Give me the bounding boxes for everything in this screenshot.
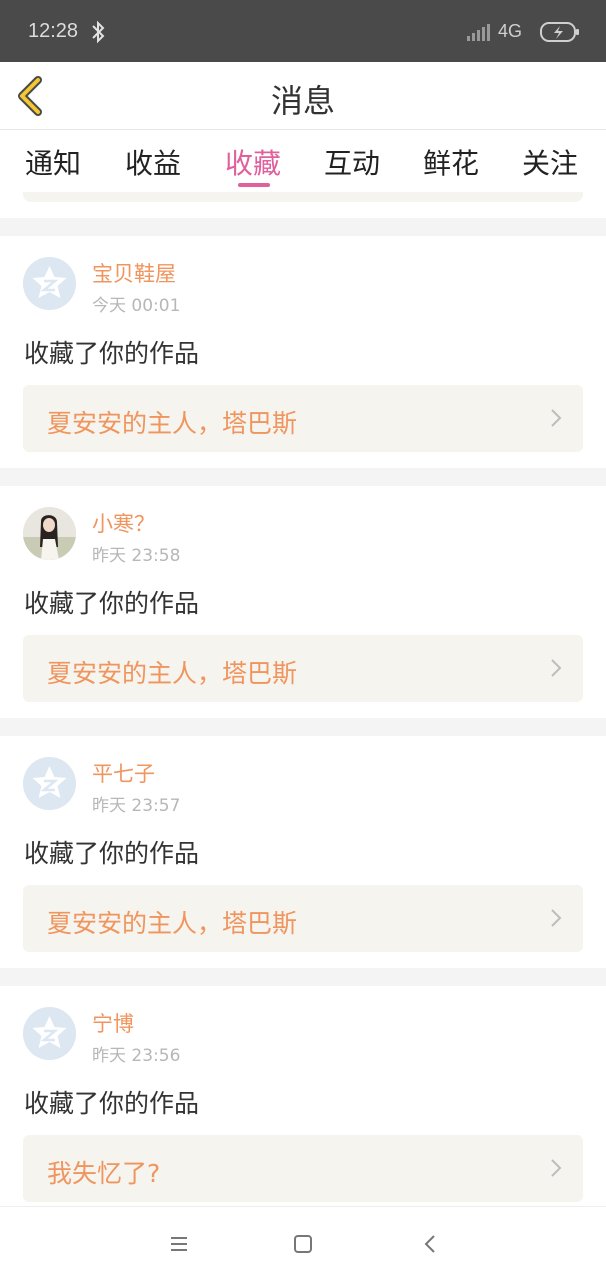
work-title: 夏安安的主人，塔巴斯 bbox=[47, 409, 298, 438]
work-link[interactable]: 夏安安的主人，塔巴斯 bbox=[23, 635, 583, 702]
tab-favorites[interactable]: 收藏 bbox=[225, 142, 281, 182]
username[interactable]: 宁博 bbox=[92, 1008, 134, 1038]
tab-bar: 通知 收益 收藏 互动 鲜花 关注 bbox=[0, 130, 606, 192]
chevron-right-icon bbox=[551, 909, 562, 927]
work-title: 夏安安的主人，塔巴斯 bbox=[47, 909, 298, 938]
tab-interactions[interactable]: 互动 bbox=[324, 142, 380, 182]
avatar[interactable] bbox=[23, 1007, 76, 1060]
notification-item: 宝贝鞋屋 今天 00:01 收藏了你的作品 夏安安的主人，塔巴斯 bbox=[0, 236, 606, 468]
avatar[interactable] bbox=[23, 257, 76, 310]
menu-icon[interactable] bbox=[164, 1229, 194, 1259]
battery-icon bbox=[540, 22, 579, 42]
photo-avatar-icon bbox=[23, 507, 76, 560]
network-type: 4G bbox=[498, 21, 523, 41]
signal-icon bbox=[467, 24, 490, 41]
default-avatar-icon bbox=[23, 757, 76, 810]
username[interactable]: 平七子 bbox=[92, 758, 155, 788]
system-nav-bar bbox=[0, 1206, 606, 1280]
tab-follows[interactable]: 关注 bbox=[522, 142, 578, 182]
tab-flowers[interactable]: 鲜花 bbox=[423, 142, 479, 182]
status-bar: 12:28 4G bbox=[0, 0, 606, 62]
timestamp: 昨天 23:58 bbox=[92, 546, 181, 566]
default-avatar-icon bbox=[23, 257, 76, 310]
previous-item-stub bbox=[0, 192, 606, 218]
timestamp: 今天 00:01 bbox=[92, 296, 181, 316]
work-link[interactable]: 夏安安的主人，塔巴斯 bbox=[23, 385, 583, 452]
tab-notifications[interactable]: 通知 bbox=[25, 142, 81, 182]
work-title: 夏安安的主人，塔巴斯 bbox=[47, 659, 298, 688]
default-avatar-icon bbox=[23, 1007, 76, 1060]
action-text: 收藏了你的作品 bbox=[24, 1089, 200, 1118]
work-link[interactable]: 我失忆了? bbox=[23, 1135, 583, 1202]
page-title: 消息 bbox=[270, 82, 335, 120]
timestamp: 昨天 23:57 bbox=[92, 796, 181, 816]
work-title: 我失忆了? bbox=[47, 1159, 161, 1188]
home-icon[interactable] bbox=[288, 1229, 318, 1259]
notification-item: 平七子 昨天 23:57 收藏了你的作品 夏安安的主人，塔巴斯 bbox=[0, 736, 606, 968]
status-time: 12:28 bbox=[28, 20, 79, 42]
action-text: 收藏了你的作品 bbox=[24, 339, 200, 368]
action-text: 收藏了你的作品 bbox=[24, 839, 200, 868]
tab-earnings[interactable]: 收益 bbox=[125, 142, 181, 182]
avatar[interactable] bbox=[23, 507, 76, 560]
timestamp: 昨天 23:56 bbox=[92, 1046, 181, 1066]
notification-item: 宁博 昨天 23:56 收藏了你的作品 我失忆了? bbox=[0, 986, 606, 1206]
active-tab-indicator bbox=[238, 183, 270, 187]
avatar[interactable] bbox=[23, 757, 76, 810]
previous-work-link[interactable] bbox=[23, 192, 583, 202]
notification-list[interactable]: 宝贝鞋屋 今天 00:01 收藏了你的作品 夏安安的主人，塔巴斯 小寒？ 昨天 … bbox=[0, 192, 606, 1206]
chevron-right-icon bbox=[551, 1159, 562, 1177]
chevron-right-icon bbox=[551, 409, 562, 427]
chevron-right-icon bbox=[551, 659, 562, 677]
action-text: 收藏了你的作品 bbox=[24, 589, 200, 618]
username[interactable]: 小寒？ bbox=[92, 508, 155, 538]
notification-item: 小寒？ 昨天 23:58 收藏了你的作品 夏安安的主人，塔巴斯 bbox=[0, 486, 606, 718]
work-link[interactable]: 夏安安的主人，塔巴斯 bbox=[23, 885, 583, 952]
username[interactable]: 宝贝鞋屋 bbox=[92, 258, 176, 288]
bluetooth-icon bbox=[92, 20, 105, 44]
header: 消息 bbox=[0, 62, 606, 130]
back-icon[interactable] bbox=[416, 1229, 446, 1259]
